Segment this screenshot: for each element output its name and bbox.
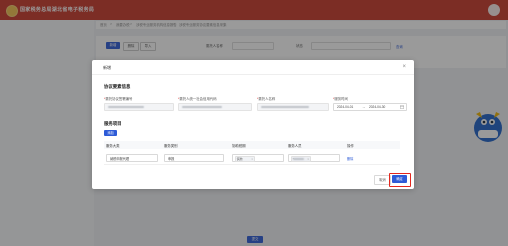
th-action: 操作 [347,144,354,148]
redacted-value [261,106,309,109]
delete-row-link[interactable]: 删除 [347,156,353,161]
table-row: 纳税申报代理 ⌄ 申报 ⌄ 其他 × ⌄ × ⌄ 删除 [104,150,400,165]
dialog-title: 新增 [103,65,111,70]
client-name-label: *委托人名称 [257,97,276,101]
period-label: *服务时间 [333,97,348,101]
add-item-button[interactable]: 添加 [104,130,117,136]
period-separator: → [362,105,366,109]
period-end[interactable]: 2024-04-30 [369,105,385,109]
staff-select[interactable]: × ⌄ [288,154,340,162]
redacted-value [182,106,222,109]
th-tax-period: 协助税期 [232,144,246,148]
tax-period-select[interactable]: 其他 × ⌄ [232,154,284,162]
th-staff: 服务人员 [288,144,302,148]
period-start[interactable]: 2024-04-01 [337,105,353,109]
confirm-highlight-box [389,173,411,187]
th-subcategory: 服务类别 [164,144,178,148]
calendar-icon[interactable] [400,105,404,109]
close-icon[interactable]: × [402,64,406,70]
category-select[interactable]: 纳税申报代理 ⌄ [106,154,158,162]
client-name-field[interactable] [257,103,329,111]
service-period-range[interactable]: 2024-04-01 → 2024-04-30 [333,103,407,111]
agreement-section-title: 协议要素信息 [104,84,131,89]
subcategory-select[interactable]: 申报 ⌄ [164,154,224,162]
client-id-label: *委托人统一社会信用代码 [178,97,217,101]
items-section-title: 服务项目 [104,121,122,126]
add-dialog: 新增 × 协议要素信息 *委托协议签署编号 *委托人统一社会信用代码 *委托人名… [92,60,414,189]
client-id-field[interactable] [178,103,252,111]
items-table-header: 服务大类 服务类别 协助税期 服务人员 操作 [104,141,400,149]
agreement-no-label: *委托协议签署编号 [104,97,133,101]
dialog-header: 新增 × [92,60,414,75]
agreement-no-field[interactable] [104,103,174,111]
th-category: 服务大类 [106,144,120,148]
redacted-value [108,106,144,109]
